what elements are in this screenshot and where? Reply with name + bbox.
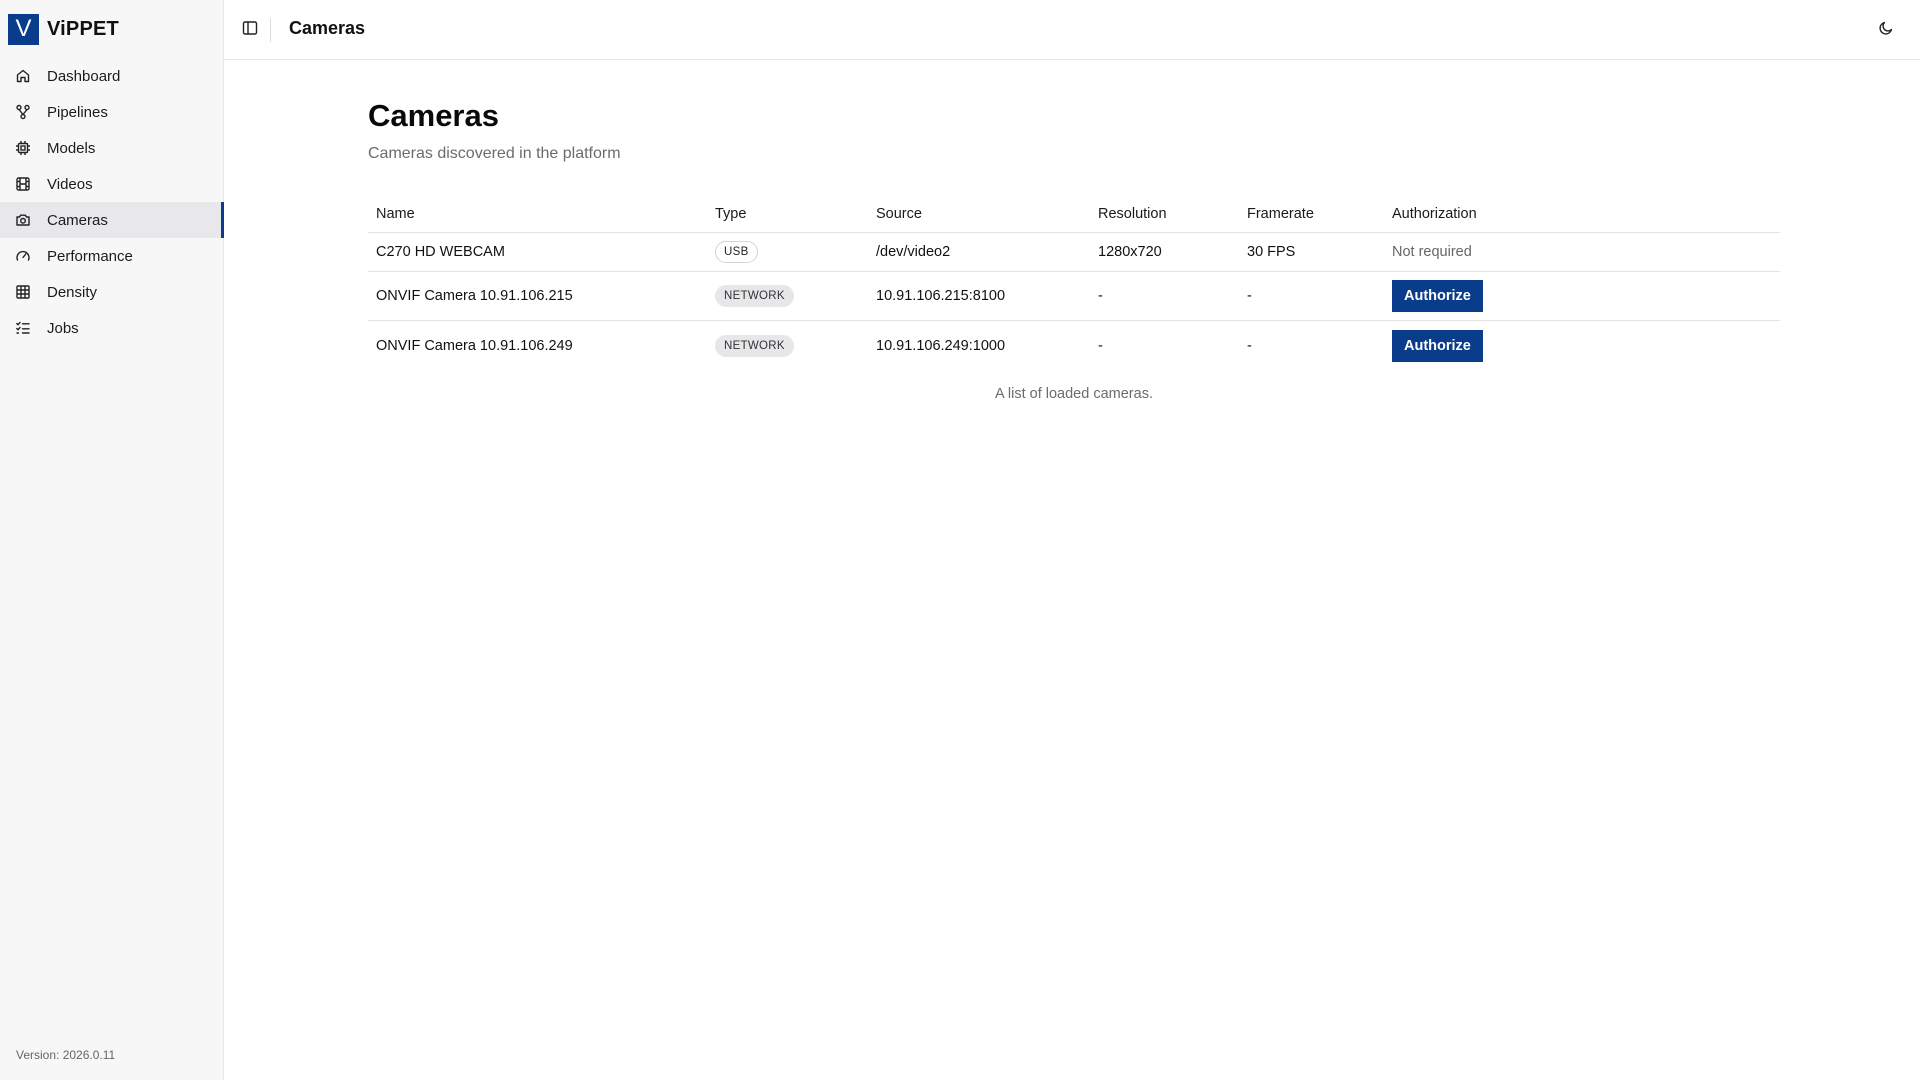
camera-name: C270 HD WEBCAM — [376, 244, 505, 260]
sidebar-item-label: Performance — [47, 247, 133, 265]
column-header-type: Type — [715, 206, 747, 222]
moon-icon — [1878, 20, 1894, 41]
top-bar: Cameras — [224, 0, 1920, 60]
sidebar-item-dashboard[interactable]: Dashboard — [0, 58, 224, 94]
sidebar-item-label: Pipelines — [47, 103, 108, 121]
column-header-authorization: Authorization — [1392, 206, 1477, 222]
table-row: C270 HD WEBCAM USB /dev/video2 1280x720 … — [368, 233, 1780, 272]
type-cell: USB — [707, 241, 868, 263]
sidebar-toggle-button[interactable] — [240, 20, 260, 40]
app-version: Version: 2026.0.11 — [16, 1048, 116, 1062]
sidebar: V ViPPET Dashboard Pipelines Models Vide… — [0, 0, 224, 1080]
sidebar-item-jobs[interactable]: Jobs — [0, 310, 224, 346]
chip-icon — [15, 140, 31, 156]
sidebar-item-models[interactable]: Models — [0, 130, 224, 166]
camera-name: ONVIF Camera 10.91.106.215 — [376, 288, 573, 304]
camera-framerate: - — [1247, 288, 1252, 304]
sidebar-item-performance[interactable]: Performance — [0, 238, 224, 274]
column-header-framerate: Framerate — [1247, 206, 1314, 222]
camera-resolution: - — [1098, 337, 1103, 354]
page-title: Cameras — [368, 98, 499, 133]
sidebar-item-label: Models — [47, 139, 96, 157]
authorization-cell: Authorize — [1384, 329, 1780, 362]
home-icon — [15, 68, 31, 84]
sidebar-nav: Dashboard Pipelines Models Videos Camera… — [0, 58, 224, 346]
camera-source: 10.91.106.249:1000 — [876, 337, 1006, 354]
brand[interactable]: V ViPPET — [8, 12, 119, 46]
type-badge: NETWORK — [715, 285, 794, 307]
camera-framerate: 30 FPS — [1247, 244, 1296, 260]
sidebar-item-label: Density — [47, 283, 98, 301]
sidebar-toggle-icon — [242, 20, 258, 41]
type-badge: USB — [715, 241, 758, 263]
header-divider — [270, 18, 271, 42]
sidebar-item-videos[interactable]: Videos — [0, 166, 224, 202]
table-caption: A list of loaded cameras. — [995, 386, 1153, 402]
sidebar-item-label: Videos — [47, 175, 93, 193]
film-icon — [15, 176, 31, 192]
sidebar-item-cameras[interactable]: Cameras — [0, 202, 224, 238]
camera-framerate: - — [1247, 337, 1252, 354]
sidebar-item-label: Dashboard — [47, 67, 121, 85]
camera-icon — [15, 212, 31, 228]
table-row: ONVIF Camera 10.91.106.215 NETWORK 10.91… — [368, 272, 1780, 321]
sidebar-item-label: Jobs — [47, 319, 79, 337]
page-subtitle: Cameras discovered in the platform — [368, 145, 621, 162]
cameras-table: Name Type Source Resolution Framerate Au… — [368, 196, 1780, 370]
sidebar-item-density[interactable]: Density — [0, 274, 224, 310]
pipeline-icon — [15, 104, 31, 120]
authorize-button[interactable]: Authorize — [1392, 280, 1483, 312]
theme-toggle-button[interactable] — [1876, 20, 1896, 40]
app-logo: V — [8, 13, 39, 45]
type-cell: NETWORK — [707, 285, 868, 307]
type-badge: NETWORK — [715, 334, 794, 357]
camera-resolution: - — [1098, 288, 1103, 304]
table-row: ONVIF Camera 10.91.106.249 NETWORK 10.91… — [368, 321, 1780, 370]
gauge-icon — [15, 248, 31, 264]
column-header-resolution: Resolution — [1098, 206, 1167, 222]
column-header-name: Name — [376, 206, 415, 222]
header-title: Cameras — [289, 18, 366, 38]
column-header-source: Source — [876, 206, 922, 222]
authorize-button[interactable]: Authorize — [1392, 329, 1483, 362]
camera-source: /dev/video2 — [876, 244, 951, 260]
authorization-status: Not required — [1392, 244, 1472, 260]
authorization-cell: Authorize — [1384, 280, 1780, 312]
camera-name: ONVIF Camera 10.91.106.249 — [376, 337, 573, 354]
camera-source: 10.91.106.215:8100 — [876, 288, 1006, 304]
sidebar-item-pipelines[interactable]: Pipelines — [0, 94, 224, 130]
list-checks-icon — [15, 320, 31, 336]
sidebar-item-label: Cameras — [47, 211, 108, 229]
table-header-row: Name Type Source Resolution Framerate Au… — [368, 196, 1780, 233]
app-name: ViPPET — [47, 17, 119, 40]
grid-icon — [15, 284, 31, 300]
camera-resolution: 1280x720 — [1098, 244, 1162, 260]
type-cell: NETWORK — [707, 334, 868, 357]
